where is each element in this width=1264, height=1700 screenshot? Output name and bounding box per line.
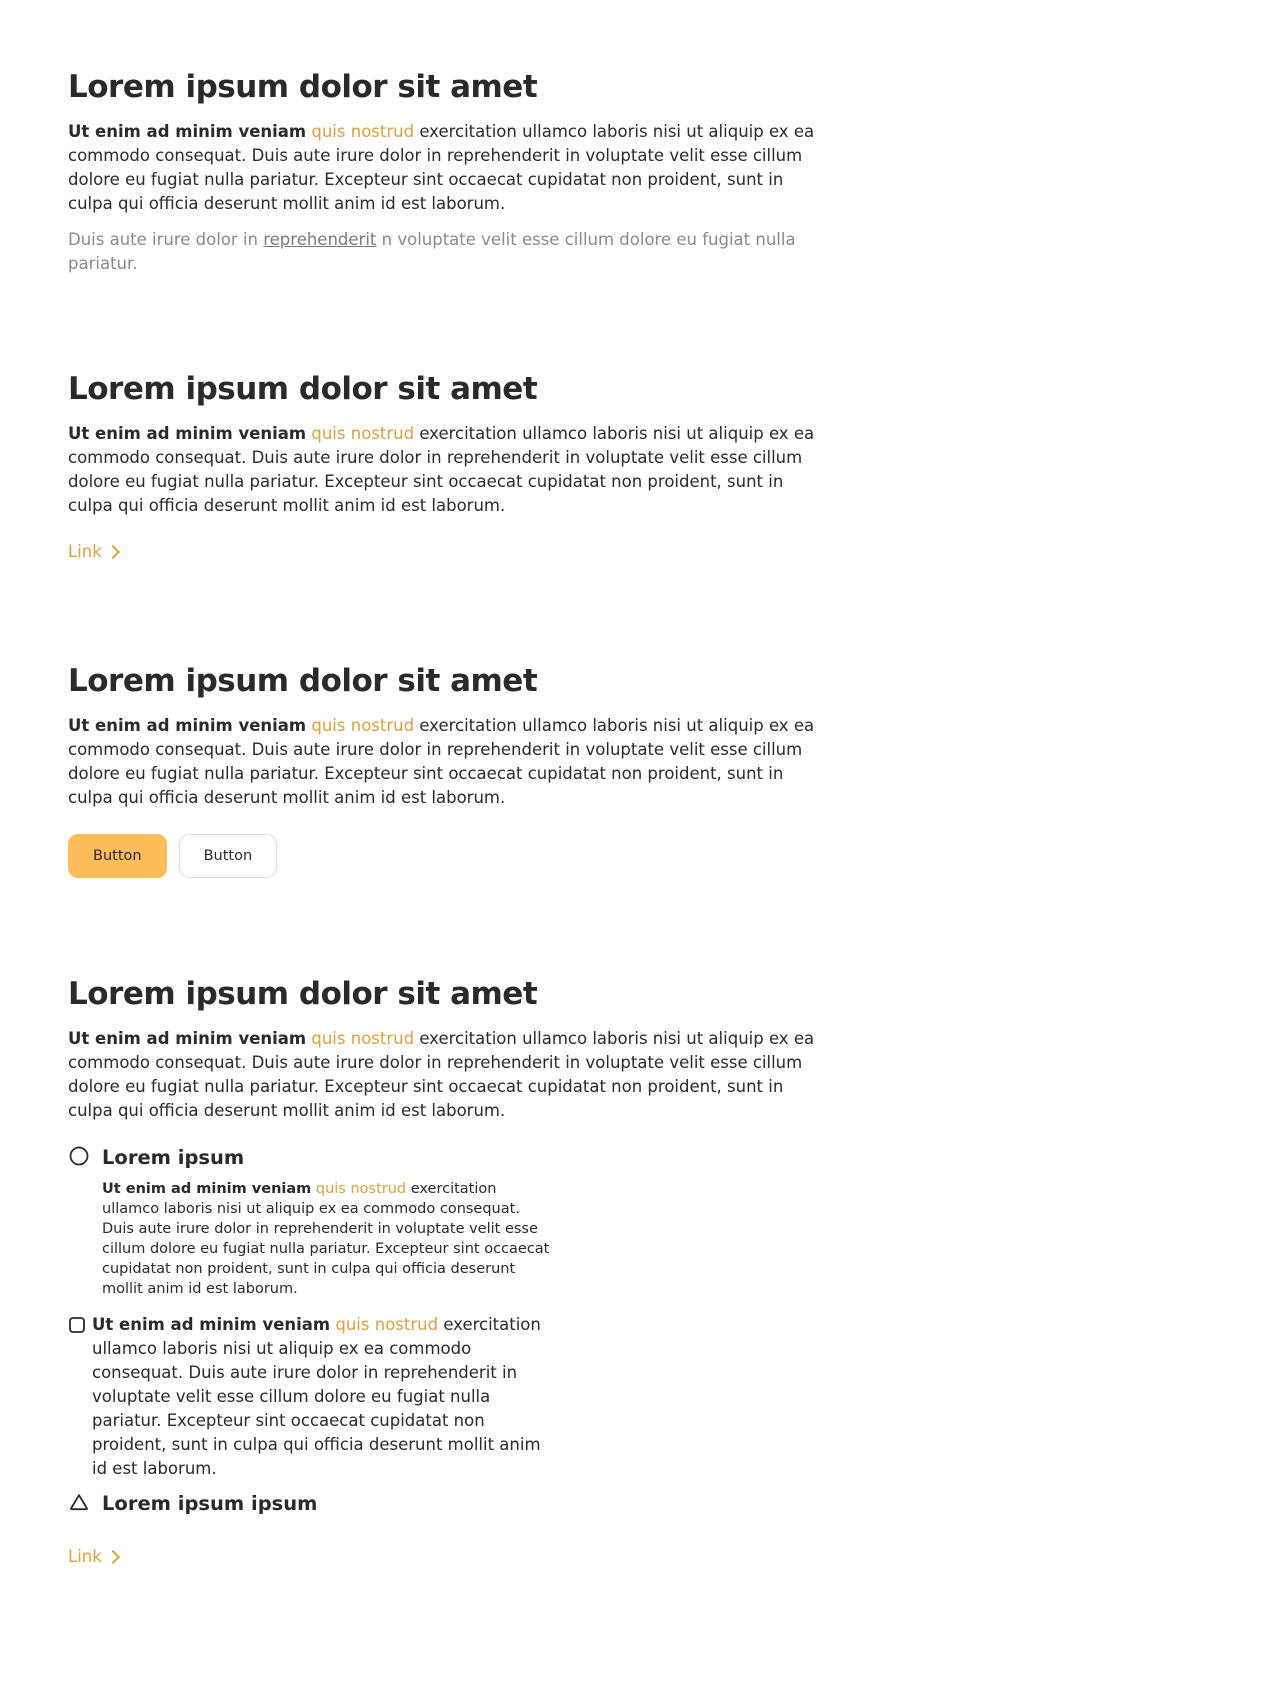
item-bold-lead: Ut enim ad minim veniam: [102, 1181, 312, 1197]
circle-icon: [68, 1145, 90, 1167]
list-item-3: Lorem ipsum ipsum: [68, 1491, 828, 1517]
list-item-1: Lorem ipsum Ut enim ad minim veniam quis…: [68, 1145, 828, 1299]
section-paragraph: Ut enim ad minim veniam quis nostrud exe…: [68, 714, 828, 810]
item-rest-text: exercitation ullamco laboris nisi ut ali…: [102, 1181, 550, 1297]
paragraph-accent-text: quis nostrud: [311, 716, 415, 735]
triangle-icon: [68, 1491, 90, 1513]
content-section-2: Lorem ipsum dolor sit amet Ut enim ad mi…: [68, 370, 828, 562]
paragraph-accent-text: quis nostrud: [311, 424, 415, 443]
list-item-2: Ut enim ad minim veniam quis nostrud exe…: [68, 1313, 828, 1481]
section-title: Lorem ipsum dolor sit amet: [68, 663, 538, 699]
primary-button[interactable]: Button: [68, 834, 167, 878]
paragraph-bold-lead: Ut enim ad minim veniam: [68, 1029, 307, 1048]
paragraph-bold-lead: Ut enim ad minim veniam: [68, 716, 307, 735]
secondary-button[interactable]: Button: [178, 834, 278, 878]
paragraph-bold-lead: Ut enim ad minim veniam: [68, 122, 307, 141]
section-title: Lorem ipsum dolor sit amet: [68, 69, 538, 105]
list-item-title: Lorem ipsum ipsum: [102, 1492, 318, 1515]
button-row: Button Button: [68, 834, 828, 878]
section-paragraph: Ut enim ad minim veniam quis nostrud exe…: [68, 1027, 828, 1123]
link-label: Link: [68, 1547, 102, 1566]
link-label: Link: [68, 542, 102, 561]
paragraph-accent-text: quis nostrud: [311, 122, 415, 141]
item-accent-text: quis nostrud: [335, 1315, 439, 1334]
chevron-right-icon: [105, 1549, 120, 1564]
section-link[interactable]: Link: [68, 542, 120, 561]
list-item-header: Lorem ipsum: [68, 1145, 828, 1171]
item-bold-lead: Ut enim ad minim veniam: [92, 1315, 331, 1334]
muted-paragraph: Duis aute irure dolor in reprehenderit n…: [68, 228, 828, 276]
item-rest-text: exercitation ullamco laboris nisi ut ali…: [92, 1315, 541, 1478]
list-item-body: Ut enim ad minim veniam quis nostrud exe…: [92, 1313, 542, 1481]
content-section-3: Lorem ipsum dolor sit amet Ut enim ad mi…: [68, 662, 828, 878]
section-title: Lorem ipsum dolor sit amet: [68, 371, 538, 407]
square-icon: [68, 1314, 86, 1336]
section-link[interactable]: Link: [68, 1547, 120, 1566]
page: Lorem ipsum dolor sit amet Ut enim ad mi…: [0, 0, 1264, 1700]
muted-text-pre: Duis aute irure dolor in: [68, 230, 264, 249]
inline-link-reprehenderit[interactable]: reprehenderit: [263, 230, 376, 249]
section-paragraph: Ut enim ad minim veniam quis nostrud exe…: [68, 120, 828, 216]
content-section-1: Lorem ipsum dolor sit amet Ut enim ad mi…: [68, 68, 828, 276]
content-section-4: Lorem ipsum dolor sit amet Ut enim ad mi…: [68, 975, 828, 1567]
section-paragraph: Ut enim ad minim veniam quis nostrud exe…: [68, 422, 828, 518]
list-item-body: Ut enim ad minim veniam quis nostrud exe…: [102, 1179, 552, 1299]
paragraph-bold-lead: Ut enim ad minim veniam: [68, 424, 307, 443]
item-accent-text: quis nostrud: [315, 1181, 407, 1197]
list-item-title: Lorem ipsum: [102, 1146, 245, 1169]
paragraph-accent-text: quis nostrud: [311, 1029, 415, 1048]
chevron-right-icon: [105, 544, 120, 559]
section-title: Lorem ipsum dolor sit amet: [68, 976, 538, 1012]
